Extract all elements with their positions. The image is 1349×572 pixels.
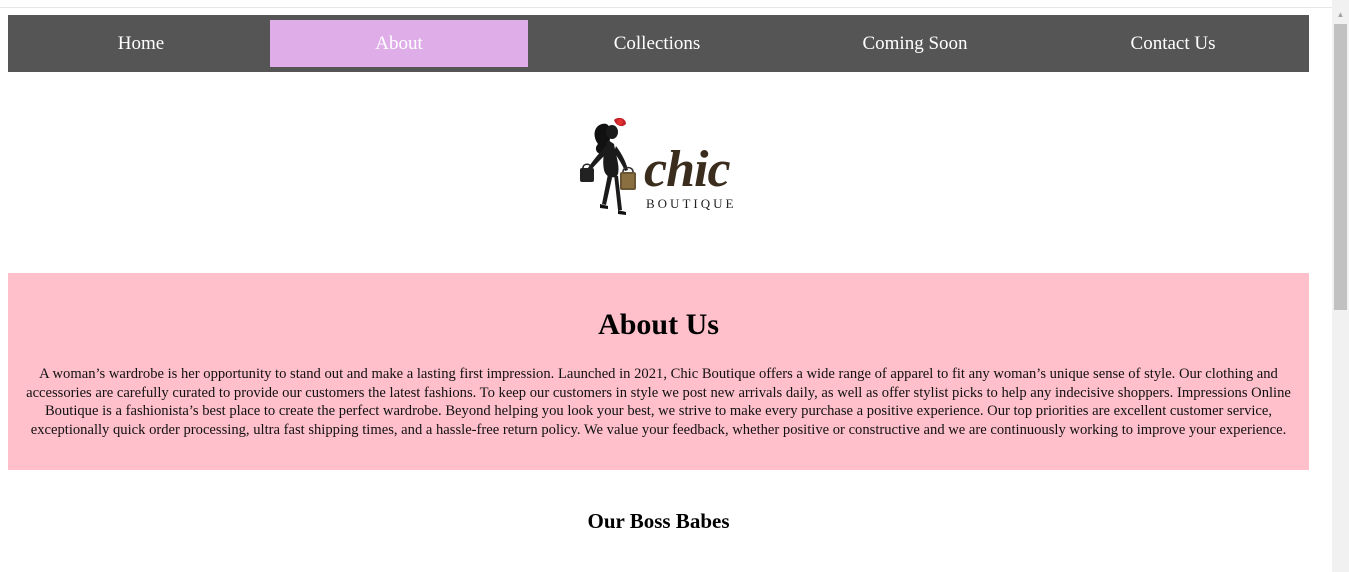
chic-boutique-logo: chic BOUTIQUE bbox=[580, 117, 736, 215]
page: Home About Collections Coming Soon Conta… bbox=[0, 0, 1349, 572]
about-section: About Us A woman’s wardrobe is her oppor… bbox=[8, 273, 1309, 470]
about-title: About Us bbox=[598, 308, 719, 341]
nav-item-contact-us[interactable]: Contact Us bbox=[1044, 20, 1302, 67]
logo-subtext: BOUTIQUE bbox=[646, 196, 736, 211]
vertical-scrollbar[interactable]: ▲ bbox=[1332, 0, 1349, 572]
team-section-title: Our Boss Babes bbox=[587, 509, 730, 533]
logo-wordmark: chic bbox=[644, 141, 730, 198]
nav-item-home[interactable]: Home bbox=[12, 20, 270, 67]
browser-top-edge bbox=[0, 0, 1332, 8]
scroll-up-arrow-icon[interactable]: ▲ bbox=[1332, 8, 1349, 22]
nav-item-collections[interactable]: Collections bbox=[528, 20, 786, 67]
main-navbar: Home About Collections Coming Soon Conta… bbox=[8, 15, 1309, 72]
woman-silhouette-icon bbox=[580, 117, 636, 215]
scrollbar-thumb[interactable] bbox=[1334, 24, 1347, 310]
nav-item-about[interactable]: About bbox=[270, 20, 528, 67]
about-paragraph: A woman’s wardrobe is her opportunity to… bbox=[26, 366, 1291, 438]
nav-item-coming-soon[interactable]: Coming Soon bbox=[786, 20, 1044, 67]
